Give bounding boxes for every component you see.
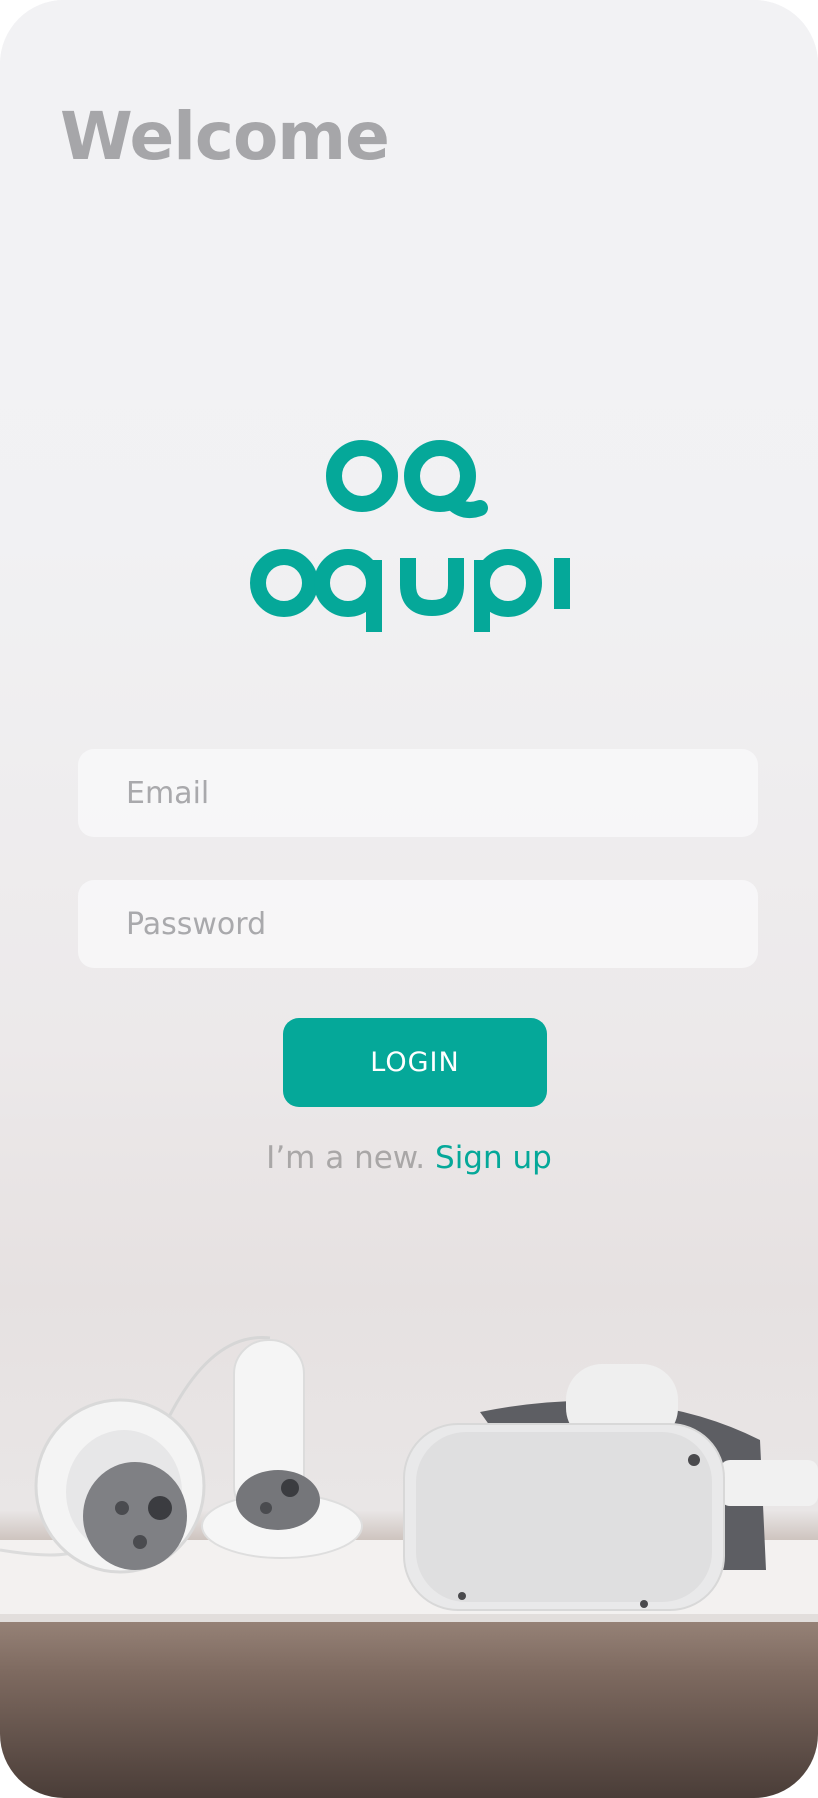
signup-prompt: I’m a new. Sign up	[0, 1140, 818, 1176]
signup-link[interactable]: Sign up	[435, 1140, 552, 1176]
login-button[interactable]: LOGIN	[283, 1018, 547, 1107]
email-field[interactable]	[78, 749, 758, 837]
login-screen: Welcome LOGIN I’m a new. Sign up	[0, 0, 818, 1798]
vr-scene-image	[0, 1336, 818, 1622]
header-band	[0, 0, 818, 400]
password-field[interactable]	[78, 880, 758, 968]
page-title: Welcome	[60, 98, 390, 175]
signup-prompt-text: I’m a new.	[266, 1140, 426, 1176]
oqupi-logo	[250, 440, 570, 632]
